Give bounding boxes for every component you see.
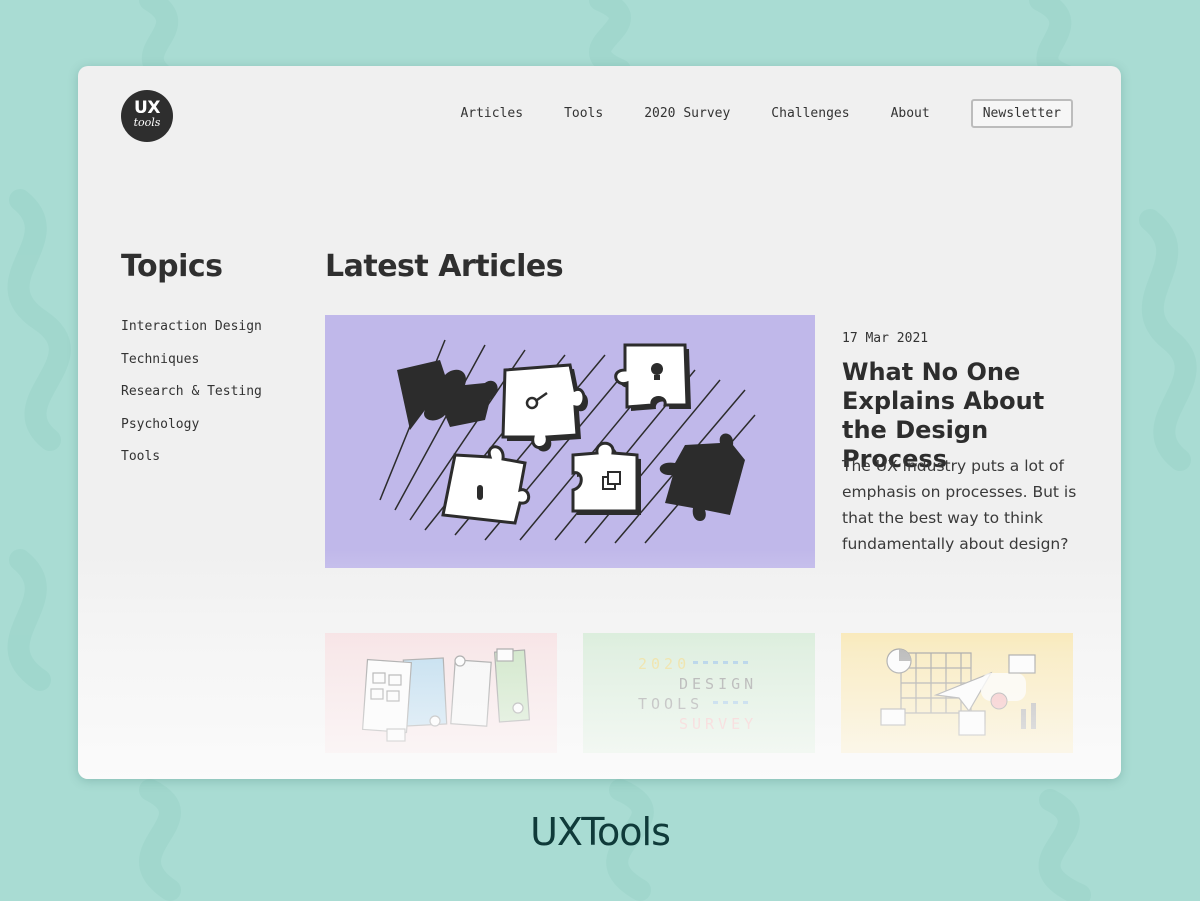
main-nav: Articles Tools 2020 Survey Challenges Ab… xyxy=(419,99,1073,128)
survey-word-design: DESIGN xyxy=(679,675,757,693)
topic-tools[interactable]: Tools xyxy=(121,448,262,481)
puzzle-illustration xyxy=(379,339,756,544)
nav-2020-survey[interactable]: 2020 Survey xyxy=(644,106,730,121)
topics-heading: Topics xyxy=(121,249,223,284)
article-thumbnail-wireframes[interactable] xyxy=(325,633,557,753)
nav-articles[interactable]: Articles xyxy=(460,106,523,121)
survey-illustration: 2020 DESIGN TOOLS SURVEY xyxy=(638,655,757,733)
featured-article-image[interactable] xyxy=(325,315,815,568)
survey-year: 2020 xyxy=(638,655,690,673)
nav-challenges[interactable]: Challenges xyxy=(771,106,849,121)
topic-research-testing[interactable]: Research & Testing xyxy=(121,383,262,416)
survey-word-survey: SURVEY xyxy=(679,715,757,733)
article-excerpt: The UX industry puts a lot of emphasis o… xyxy=(842,457,1077,553)
topic-interaction-design[interactable]: Interaction Design xyxy=(121,318,262,351)
wireframes-illustration xyxy=(361,648,531,742)
article-thumbnail-plane[interactable] xyxy=(841,633,1073,753)
article-thumbnail-design-tools-survey[interactable]: 2020 DESIGN TOOLS SURVEY xyxy=(583,633,815,753)
brand-caption: UXTools xyxy=(530,810,671,854)
topics-list: Interaction Design Techniques Research &… xyxy=(121,318,262,481)
nav-about[interactable]: About xyxy=(891,106,930,121)
browser-card: UX tools Articles Tools 2020 Survey Chal… xyxy=(78,66,1121,779)
newsletter-button[interactable]: Newsletter xyxy=(970,99,1073,128)
topic-techniques[interactable]: Techniques xyxy=(121,351,262,384)
logo-line2: tools xyxy=(133,116,161,129)
logo-line1: UX xyxy=(134,98,160,118)
latest-articles-heading: Latest Articles xyxy=(325,249,564,284)
article-date: 17 Mar 2021 xyxy=(842,331,929,346)
nav-tools[interactable]: Tools xyxy=(564,106,603,121)
survey-word-tools: TOOLS xyxy=(638,695,703,713)
plane-illustration xyxy=(880,648,1036,736)
topic-psychology[interactable]: Psychology xyxy=(121,416,262,449)
uxtools-logo[interactable]: UX tools xyxy=(121,90,173,142)
